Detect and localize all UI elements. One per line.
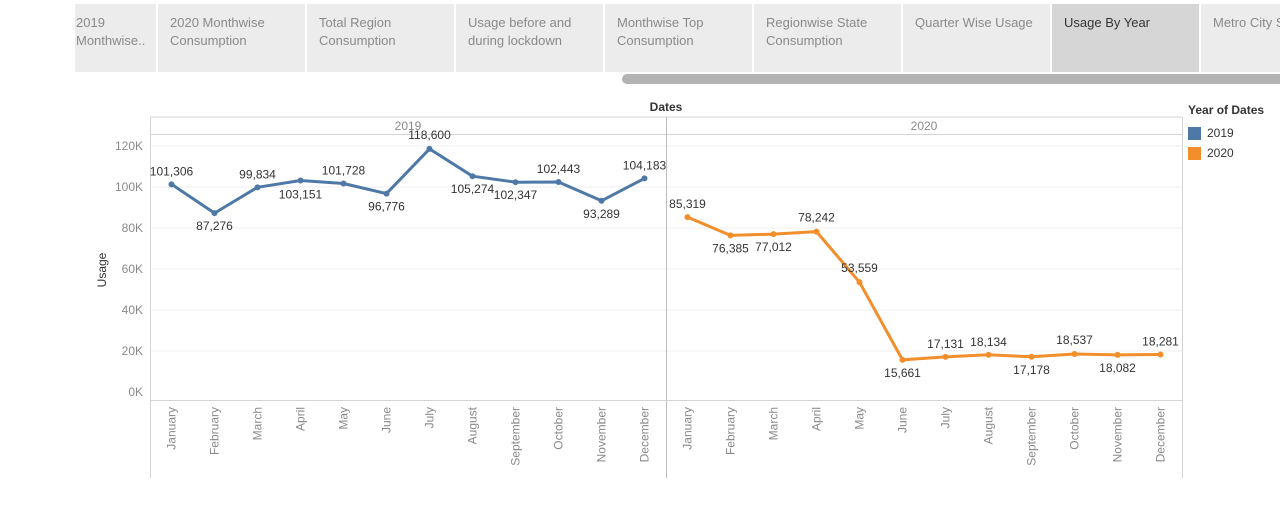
x-tick-label: September <box>509 407 523 466</box>
x-tick-label: October <box>552 407 566 450</box>
data-label: 85,319 <box>669 197 706 211</box>
data-label: 105,274 <box>451 182 495 196</box>
x-tick-label: May <box>853 407 867 430</box>
legend-item-2020[interactable]: 2020 <box>1188 143 1280 163</box>
x-tick-label: February <box>724 407 738 455</box>
y-axis-label: Usage <box>95 252 109 287</box>
y-tick-label: 40K <box>122 303 143 317</box>
data-label: 93,289 <box>583 207 620 221</box>
data-point-2019-november <box>598 197 605 204</box>
x-tick-label: August <box>982 406 996 444</box>
data-point-2019-october <box>555 178 562 185</box>
data-point-2020-june <box>899 356 906 363</box>
data-label: 99,834 <box>239 167 276 181</box>
data-point-2020-january <box>684 214 691 221</box>
data-point-2020-march <box>770 231 777 238</box>
data-point-2019-february <box>211 210 218 217</box>
x-tick-label: March <box>251 407 265 440</box>
x-tick-label: August <box>466 406 480 444</box>
data-label: 77,012 <box>755 240 792 254</box>
data-label: 53,559 <box>841 261 878 275</box>
data-point-2020-july <box>942 353 949 360</box>
x-tick-label: September <box>1025 407 1039 466</box>
x-tick-label: October <box>1068 407 1082 450</box>
x-tick-label: December <box>638 407 652 462</box>
legend-title: Year of Dates <box>1188 103 1265 117</box>
data-point-2019-may <box>340 180 347 187</box>
data-point-2020-may <box>856 279 863 286</box>
data-label: 103,151 <box>279 188 323 202</box>
legend-swatch <box>1188 146 1201 160</box>
x-tick-label: November <box>1111 407 1125 462</box>
data-point-2019-august <box>469 173 476 180</box>
x-tick-label: July <box>423 407 437 428</box>
data-point-2019-december <box>641 175 648 182</box>
y-tick-label: 0K <box>128 385 143 399</box>
data-point-2019-september <box>512 179 519 186</box>
x-tick-label: April <box>294 407 308 431</box>
data-label: 102,347 <box>494 188 538 202</box>
data-label: 87,276 <box>196 219 233 233</box>
x-tick-label: June <box>896 407 910 433</box>
x-tick-label: April <box>810 407 824 431</box>
data-label: 118,600 <box>408 128 451 142</box>
data-label: 102,443 <box>537 162 581 176</box>
legend-label: 2020 <box>1207 146 1234 160</box>
data-point-2020-august <box>985 351 992 358</box>
data-label: 18,281 <box>1142 335 1179 349</box>
x-tick-label: December <box>1154 407 1168 462</box>
panel-header-2020: 2020 <box>911 119 938 133</box>
data-label: 78,242 <box>798 211 835 225</box>
y-tick-label: 60K <box>122 262 143 276</box>
data-label: 18,537 <box>1056 333 1093 347</box>
y-tick-label: 20K <box>122 344 143 358</box>
y-tick-label: 120K <box>115 139 143 153</box>
data-point-2020-february <box>727 232 734 239</box>
data-label: 15,661 <box>884 366 921 380</box>
y-tick-label: 100K <box>115 180 143 194</box>
legend-item-2019[interactable]: 2019 <box>1188 123 1280 143</box>
legend-swatch <box>1188 126 1201 140</box>
usage-by-year-chart: DatesUsage0K20K40K60K80K100K120K2019101,… <box>95 100 1183 478</box>
data-point-2020-december <box>1157 351 1164 358</box>
data-label: 18,134 <box>970 335 1007 349</box>
y-tick-label: 80K <box>122 221 143 235</box>
x-tick-label: November <box>595 407 609 462</box>
data-point-2020-september <box>1028 353 1035 360</box>
data-label: 76,385 <box>712 241 749 255</box>
data-point-2020-november <box>1114 351 1121 358</box>
data-label: 17,131 <box>927 337 964 351</box>
x-tick-label: February <box>208 407 222 455</box>
data-point-2019-june <box>383 190 390 197</box>
data-point-2019-march <box>254 184 261 191</box>
data-label: 101,728 <box>322 163 366 177</box>
data-label: 18,082 <box>1099 361 1136 375</box>
column-header-title: Dates <box>650 100 683 114</box>
data-label: 17,178 <box>1013 363 1050 377</box>
data-point-2020-april <box>813 228 820 235</box>
legend-label: 2019 <box>1207 126 1234 140</box>
x-tick-label: January <box>165 407 179 450</box>
data-point-2019-april <box>297 177 304 184</box>
data-point-2019-july <box>426 145 433 152</box>
x-tick-label: March <box>767 407 781 440</box>
data-label: 96,776 <box>368 200 405 214</box>
legend: Year of Dates 2019 2020 <box>1188 103 1280 163</box>
x-tick-label: June <box>380 407 394 433</box>
x-tick-label: July <box>939 407 953 428</box>
x-tick-label: May <box>337 407 351 430</box>
x-tick-label: January <box>681 407 695 450</box>
data-point-2019-january <box>168 181 175 188</box>
data-label: 104,183 <box>623 158 667 172</box>
data-label: 101,306 <box>150 164 194 178</box>
data-point-2020-october <box>1071 350 1078 357</box>
